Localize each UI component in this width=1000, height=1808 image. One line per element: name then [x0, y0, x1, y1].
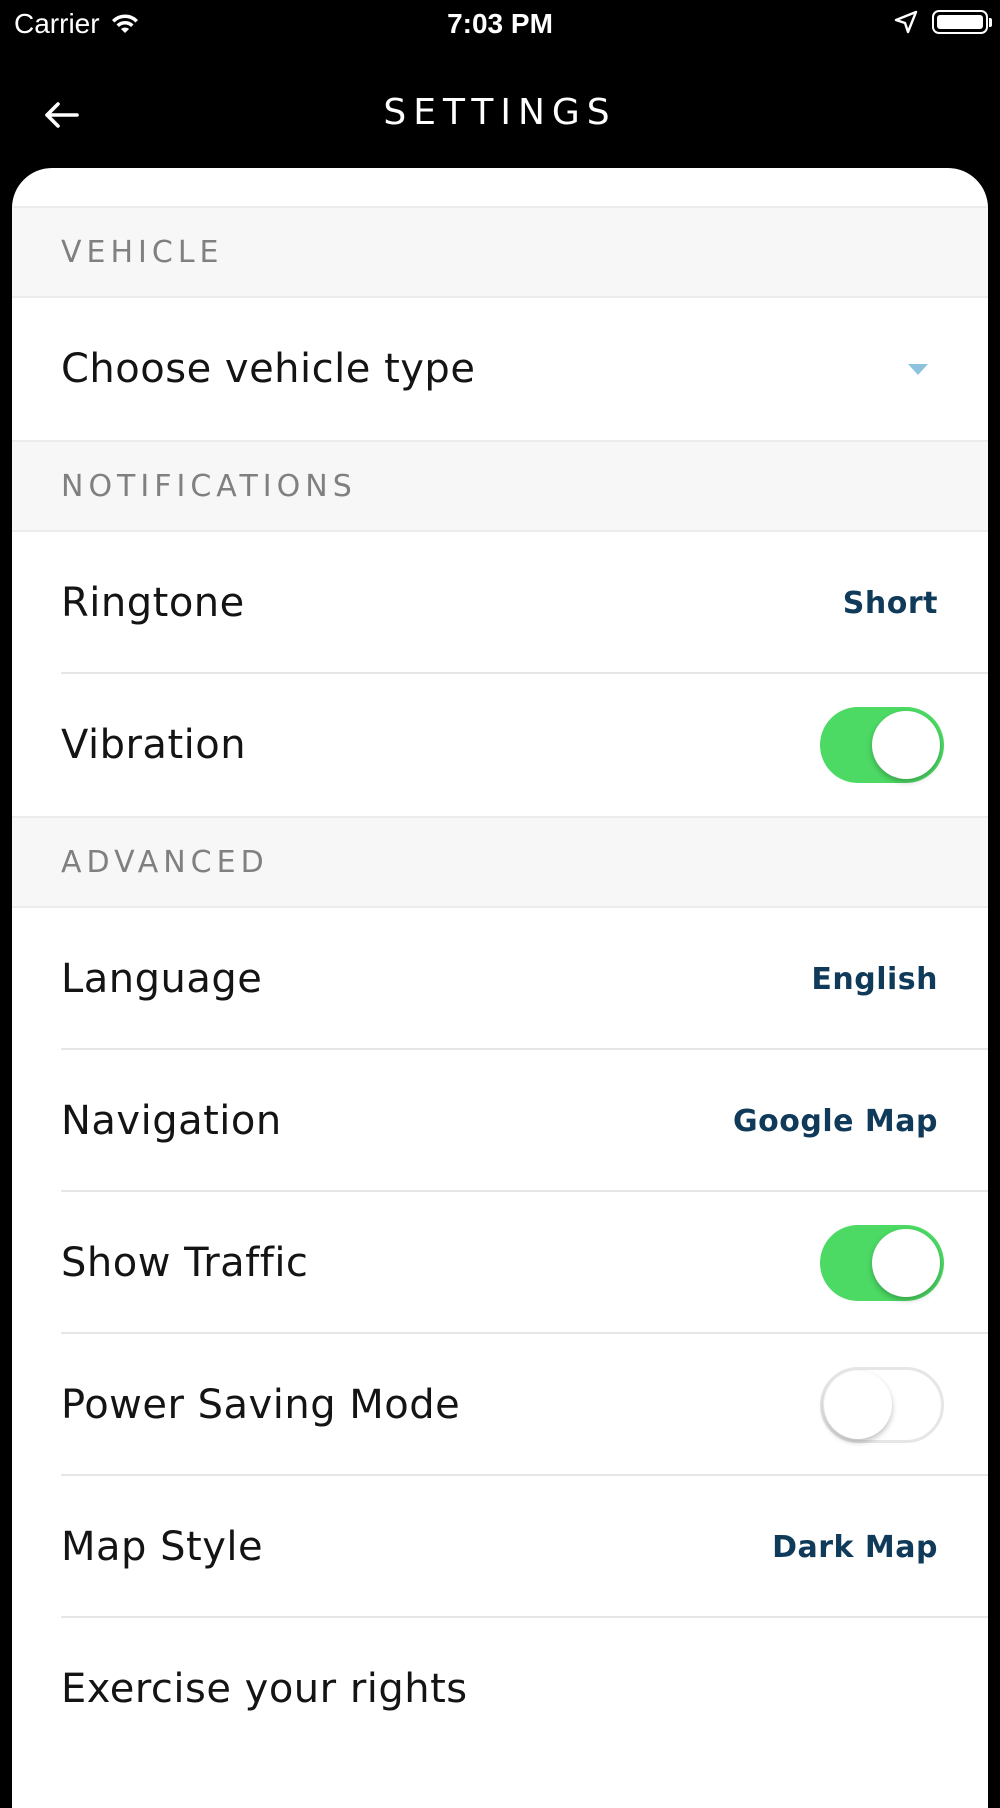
language-row[interactable]: Language English [12, 908, 988, 1050]
map-style-value: Dark Map [772, 1529, 938, 1565]
navigation-label: Navigation [61, 1098, 282, 1144]
status-indicators [894, 10, 992, 34]
power-saving-toggle[interactable] [820, 1367, 944, 1443]
toggle-knob [872, 1229, 940, 1297]
status-bar: Carrier 7:03 PM [0, 0, 1000, 50]
app-header: SETTINGS [0, 50, 1000, 170]
power-saving-row: Power Saving Mode [12, 1334, 988, 1476]
show-traffic-label: Show Traffic [61, 1240, 309, 1286]
navigation-row[interactable]: Navigation Google Map [12, 1050, 988, 1192]
toggle-knob [824, 1371, 892, 1439]
settings-card: VEHICLE Choose vehicle type NOTIFICATION… [12, 168, 988, 1808]
vehicle-type-label: Choose vehicle type [61, 346, 476, 392]
section-header-vehicle: VEHICLE [12, 208, 988, 298]
ringtone-value: Short [842, 585, 938, 621]
ringtone-row[interactable]: Ringtone Short [12, 532, 988, 674]
show-traffic-row: Show Traffic [12, 1192, 988, 1334]
vehicle-type-dropdown[interactable]: Choose vehicle type [12, 298, 988, 440]
section-header-advanced: ADVANCED [12, 816, 988, 908]
map-style-row[interactable]: Map Style Dark Map [12, 1476, 988, 1618]
location-arrow-icon [894, 10, 918, 34]
vibration-row: Vibration [12, 674, 988, 816]
language-label: Language [61, 956, 263, 1002]
toggle-knob [872, 711, 940, 779]
vibration-toggle[interactable] [820, 707, 944, 783]
vibration-label: Vibration [61, 722, 247, 768]
exercise-rights-row[interactable]: Exercise your rights [12, 1618, 988, 1760]
battery-icon [932, 10, 992, 34]
page-title: SETTINGS [383, 92, 617, 133]
status-time: 7:03 PM [447, 8, 553, 39]
language-value: English [811, 961, 938, 997]
show-traffic-toggle[interactable] [820, 1225, 944, 1301]
card-top-spacer [12, 168, 988, 208]
navigation-value: Google Map [733, 1103, 938, 1139]
chevron-down-icon [908, 363, 928, 375]
exercise-rights-label: Exercise your rights [61, 1666, 468, 1712]
ringtone-label: Ringtone [61, 580, 245, 626]
power-saving-label: Power Saving Mode [61, 1382, 461, 1428]
map-style-label: Map Style [61, 1524, 264, 1570]
section-header-notifications: NOTIFICATIONS [12, 440, 988, 532]
